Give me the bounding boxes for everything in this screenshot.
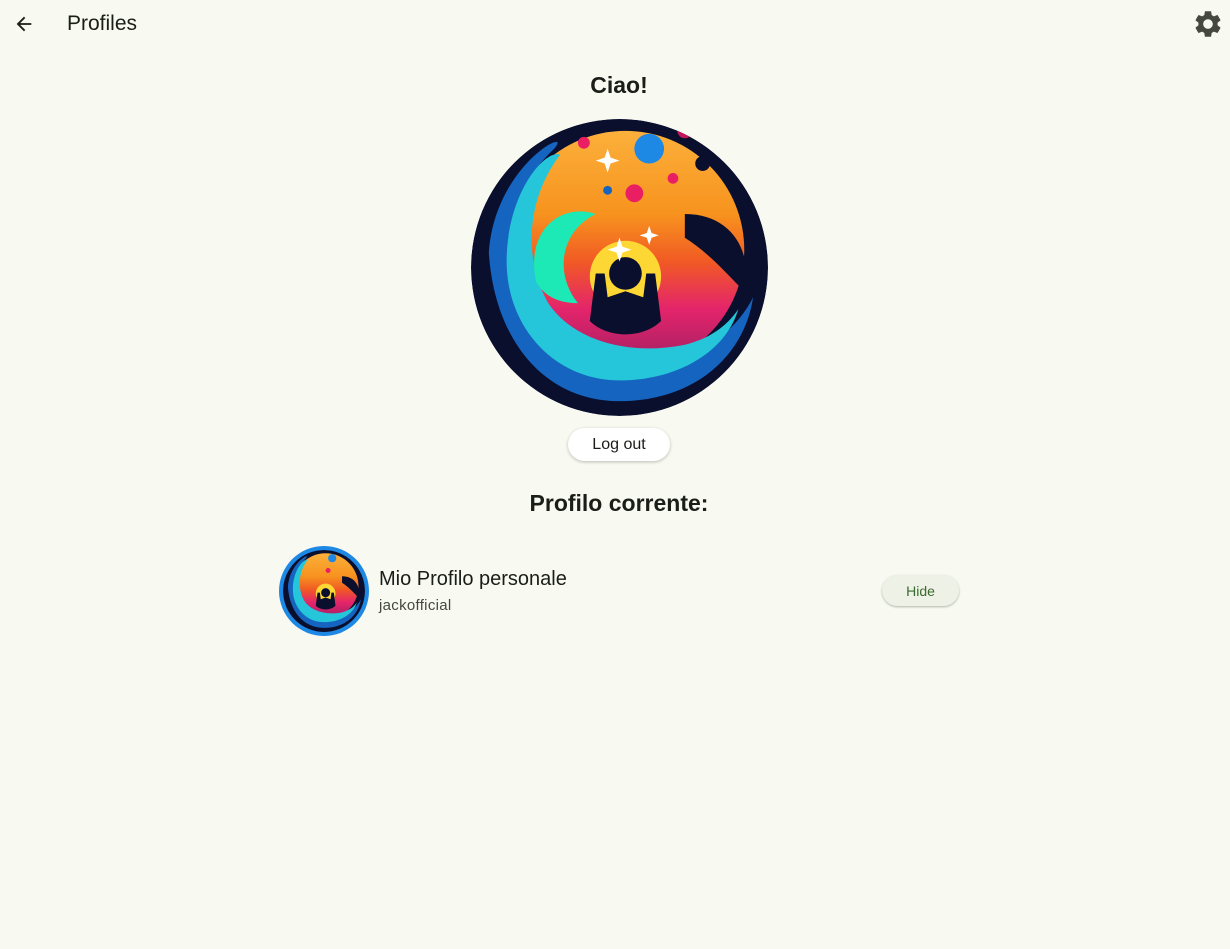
page-title: Profiles [67, 12, 138, 35]
settings-button[interactable] [1188, 4, 1228, 44]
arrow-back-icon [16, 16, 32, 32]
profile-avatar-artwork [283, 550, 365, 632]
profile-avatar [279, 546, 369, 636]
avatar-artwork [471, 119, 768, 416]
current-profile-heading: Profilo corrente: [529, 490, 709, 516]
profile-handle: jackofficial [379, 597, 452, 614]
app-bar: Profiles [0, 0, 1230, 48]
back-button[interactable] [4, 4, 44, 44]
profiles-screen: Profiles Ciao! Log out Profilo corrente:… [0, 0, 1230, 949]
logout-button[interactable]: Log out [568, 428, 670, 461]
user-avatar [471, 119, 768, 416]
greeting-heading: Ciao! [590, 72, 648, 98]
hide-button[interactable]: Hide [882, 575, 959, 606]
current-profile-item[interactable]: Mio Profilo personale jackofficial Hide [272, 540, 966, 642]
profile-name: Mio Profilo personale [379, 568, 567, 590]
gear-icon [1195, 11, 1221, 37]
